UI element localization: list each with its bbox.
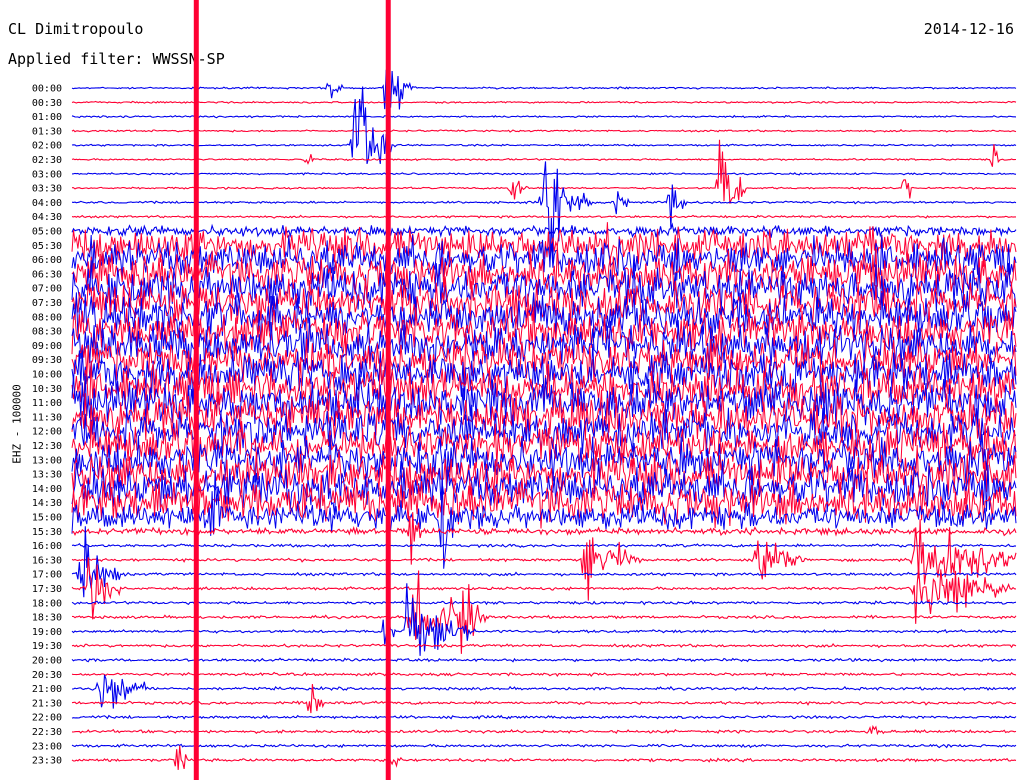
- trace-line: [72, 674, 1016, 709]
- y-tick-label: 13:00: [32, 455, 62, 466]
- trace-group: [71, 69, 1017, 770]
- trace-line: [72, 139, 1017, 204]
- y-tick-label: 02:00: [32, 141, 62, 152]
- y-tick-label: 00:00: [32, 84, 62, 95]
- y-tick-label: 02:30: [32, 155, 62, 166]
- trace-line: [71, 570, 1017, 654]
- trace-line: [71, 600, 1017, 606]
- trace-line: [71, 114, 1017, 119]
- y-tick-label: 15:00: [32, 513, 62, 524]
- y-tick-label: 17:00: [32, 570, 62, 581]
- trace-line: [71, 642, 1017, 649]
- trace-line: [71, 671, 1017, 678]
- trace-line: [71, 86, 1017, 164]
- helicorder-plot: 00:00 00:30 01:00 01:30 02:00 02:30 03:00 03:30…: [32, 0, 1017, 780]
- trace-line: [71, 100, 1017, 105]
- y-tick-label: 12:00: [32, 427, 62, 438]
- y-tick-label: 22:00: [32, 713, 62, 724]
- y-tick-label: 17:30: [32, 584, 62, 595]
- y-tick-label: 14:00: [32, 484, 62, 495]
- y-tick-label: 11:00: [32, 398, 62, 409]
- y-tick-label: 09:30: [32, 355, 62, 366]
- y-tick-label: 16:00: [32, 541, 62, 552]
- trace-line: [71, 714, 1017, 720]
- y-tick-label: 09:00: [32, 341, 62, 352]
- y-tick-label: 22:30: [32, 727, 62, 738]
- trace-line: [71, 317, 1017, 374]
- y-tick-label: 01:30: [32, 126, 62, 137]
- y-tick-label: 07:30: [32, 298, 62, 309]
- trace-line: [71, 543, 1017, 549]
- y-tick-label: 05:00: [32, 227, 62, 238]
- y-tick-label: 05:30: [32, 241, 62, 252]
- y-tick-label: 16:30: [32, 555, 62, 566]
- y-tick-label: 07:00: [32, 284, 62, 295]
- calibration-line: [385, 0, 391, 780]
- trace-line: [71, 743, 1017, 749]
- trace-line: [71, 657, 1017, 663]
- calibration-line: [193, 0, 199, 780]
- y-tick-label: 19:30: [32, 641, 62, 652]
- y-tick-label: 23:00: [32, 741, 62, 752]
- y-tick-label: 15:30: [32, 527, 62, 538]
- y-tick-label: 20:00: [32, 656, 62, 667]
- trace-line: [71, 214, 1016, 219]
- y-tick-label: 01:00: [32, 112, 62, 123]
- trace-line: [71, 557, 1017, 624]
- trace-line: [71, 526, 1017, 598]
- y-tick-label: 10:00: [32, 370, 62, 381]
- y-tick-label: 06:00: [32, 255, 62, 266]
- y-tick-label: 04:00: [32, 198, 62, 209]
- y-tick-label: 14:30: [32, 498, 62, 509]
- y-tick-label: 12:30: [32, 441, 62, 452]
- y-tick-label: 00:30: [32, 98, 62, 109]
- trace-line: [71, 745, 1017, 770]
- y-tick-label: 19:00: [32, 627, 62, 638]
- trace-line: [71, 724, 1017, 736]
- y-tick-label: 03:00: [32, 169, 62, 180]
- y-tick-label: 13:30: [32, 470, 62, 481]
- tick-labels: 00:00 00:30 01:00 01:30 02:00 02:30 03:00 03:30…: [32, 84, 62, 767]
- y-tick-label: 11:30: [32, 412, 62, 423]
- trace-line: [71, 161, 1017, 268]
- y-tick-label: 08:30: [32, 327, 62, 338]
- y-tick-label: 10:30: [32, 384, 62, 395]
- y-tick-label: 23:30: [32, 756, 62, 767]
- y-tick-label: 20:30: [32, 670, 62, 681]
- trace-line: [71, 222, 1017, 239]
- y-tick-label: 03:30: [32, 184, 62, 195]
- y-tick-label: 04:30: [32, 212, 62, 223]
- y-tick-label: 18:30: [32, 613, 62, 624]
- y-tick-label: 21:30: [32, 698, 62, 709]
- y-tick-label: 06:30: [32, 269, 62, 280]
- y-tick-label: 08:00: [32, 312, 62, 323]
- trace-line: [71, 129, 1017, 133]
- y-tick-label: 18:00: [32, 598, 62, 609]
- trace-line: [71, 144, 1017, 167]
- y-tick-label: 21:00: [32, 684, 62, 695]
